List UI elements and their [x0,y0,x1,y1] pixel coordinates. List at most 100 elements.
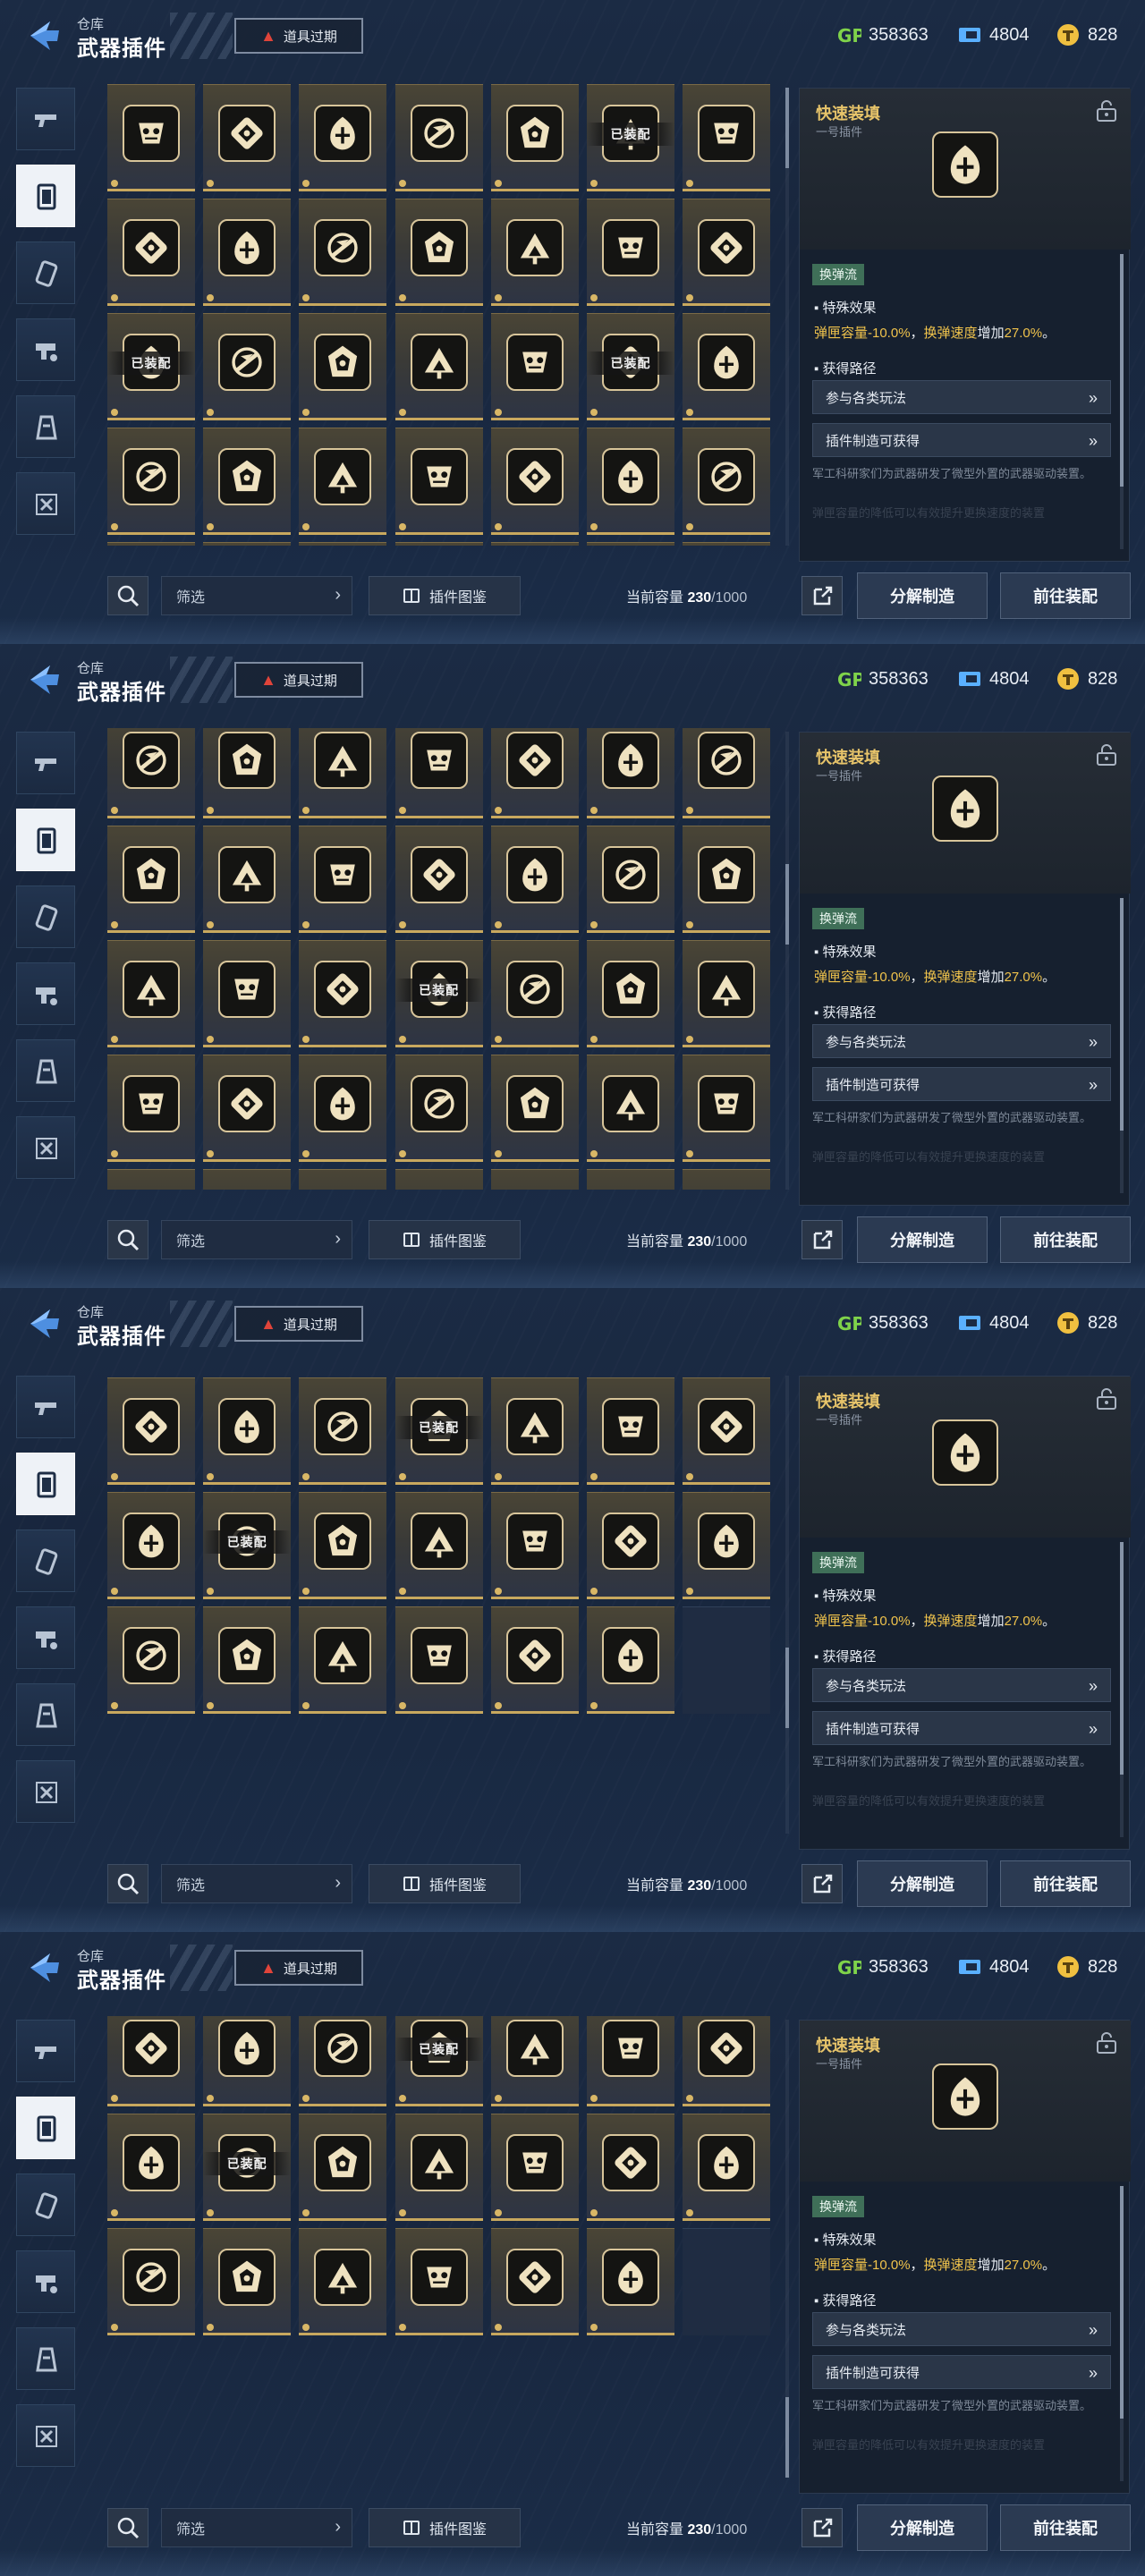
go-equip-button[interactable]: 前往装配 [1000,2504,1131,2551]
tab-pistol[interactable] [16,88,75,150]
plugin-grid-viewport[interactable]: 已装配已装配已装配已装配已装配已装配 [107,84,778,546]
lock-icon[interactable] [1095,1387,1118,1411]
plugin-slot[interactable] [299,1377,387,1486]
plugin-slot[interactable] [490,2113,579,2221]
search-button[interactable] [107,576,148,615]
plugin-slot[interactable] [587,1492,674,1600]
expired-items-button[interactable]: ▲ 道具过期 [234,1950,363,1986]
tab-pistol[interactable] [16,732,75,794]
detail-scrollbar-thumb[interactable] [1120,1542,1124,1775]
plugin-slot[interactable] [203,939,292,1047]
plugin-slot[interactable] [683,199,771,306]
plugin-atlas-button[interactable]: 插件图鉴 [369,1220,521,1259]
plugin-slot[interactable] [394,2227,483,2335]
filter-dropdown[interactable]: 筛选 › [161,1220,352,1259]
filter-dropdown[interactable]: 筛选 › [161,2508,352,2547]
detail-scrollbar[interactable] [1120,254,1124,549]
plugin-slot[interactable]: 已装配 [203,2113,292,2221]
plugin-slot[interactable] [683,2016,771,2106]
plugin-slot[interactable] [107,1492,195,1600]
plugin-slot[interactable] [394,428,483,535]
plugin-slot[interactable] [299,825,387,933]
export-button[interactable] [802,1220,843,1259]
plugin-slot[interactable] [490,825,579,933]
back-button[interactable] [27,18,63,54]
plugin-slot[interactable] [107,2016,195,2106]
plugin-slot[interactable] [394,84,483,191]
plugin-slot[interactable] [490,728,579,818]
plugin-atlas-button[interactable]: 插件图鉴 [369,2508,521,2547]
plugin-slot[interactable] [299,1168,387,1190]
detail-scrollbar[interactable] [1120,2186,1124,2481]
filter-dropdown[interactable]: 筛选 › [161,576,352,615]
plugin-slot[interactable] [683,1377,771,1486]
search-button[interactable] [107,1864,148,1903]
plugin-slot[interactable] [107,2113,195,2221]
plugin-slot[interactable] [203,313,292,420]
detail-scrollbar[interactable] [1120,1542,1124,1837]
plugin-slot[interactable] [107,2227,195,2335]
plugin-slot[interactable] [490,1054,579,1162]
plugin-slot[interactable] [394,1054,483,1162]
grid-scrollbar-thumb[interactable] [785,863,789,945]
plugin-slot[interactable] [107,542,195,546]
tab-plugin-chip[interactable] [16,809,75,871]
back-button[interactable] [27,1950,63,1986]
grid-scrollbar[interactable] [785,732,789,1190]
plugin-slot[interactable] [107,84,195,191]
plugin-slot[interactable]: 已装配 [587,84,674,191]
plugin-slot[interactable] [587,2113,674,2221]
plugin-slot[interactable] [107,939,195,1047]
plugin-slot[interactable]: 已装配 [394,2016,483,2106]
tab-crate[interactable] [16,1760,75,1823]
grid-scrollbar-thumb[interactable] [785,88,789,168]
tab-ammo[interactable] [16,1530,75,1592]
grid-scrollbar-thumb[interactable] [785,1647,789,1728]
plugin-slot[interactable] [107,199,195,306]
tab-plugin-chip[interactable] [16,2097,75,2159]
plugin-slot[interactable] [490,428,579,535]
plugin-slot[interactable]: 已装配 [394,1377,483,1486]
plugin-slot[interactable] [683,542,771,546]
lock-icon[interactable] [1095,743,1118,767]
search-button[interactable] [107,2508,148,2547]
plugin-slot[interactable] [490,84,579,191]
plugin-slot[interactable] [203,84,292,191]
plugin-slot[interactable] [107,428,195,535]
plugin-slot[interactable] [587,1054,674,1162]
export-button[interactable] [802,2508,843,2547]
search-button[interactable] [107,1220,148,1259]
plugin-slot[interactable] [587,825,674,933]
tab-tower[interactable] [16,1039,75,1102]
go-equip-button[interactable]: 前往装配 [1000,1860,1131,1907]
plugin-slot[interactable] [299,2016,387,2106]
go-equip-button[interactable]: 前往装配 [1000,1216,1131,1263]
plugin-slot[interactable] [683,1492,771,1600]
export-button[interactable] [802,1864,843,1903]
tab-crate[interactable] [16,2404,75,2467]
plugin-slot[interactable]: 已装配 [203,1492,292,1600]
plugin-slot[interactable] [107,1377,195,1486]
plugin-slot[interactable] [394,199,483,306]
lock-icon[interactable] [1095,2031,1118,2055]
plugin-slot[interactable] [490,1492,579,1600]
plugin-slot[interactable] [203,1054,292,1162]
go-equip-button[interactable]: 前往装配 [1000,572,1131,619]
plugin-slot[interactable] [299,199,387,306]
plugin-slot[interactable] [107,825,195,933]
plugin-slot[interactable] [203,1606,292,1715]
route-gameplay-button[interactable]: 参与各类玩法 » [812,1024,1111,1058]
tab-ammo[interactable] [16,886,75,948]
plugin-slot[interactable] [299,1492,387,1600]
tab-crate[interactable] [16,472,75,535]
plugin-slot[interactable] [299,542,387,546]
plugin-slot[interactable] [203,428,292,535]
plugin-slot[interactable] [587,542,674,546]
plugin-slot[interactable] [203,728,292,818]
plugin-slot[interactable] [683,939,771,1047]
grid-scrollbar[interactable] [785,2020,789,2478]
plugin-slot[interactable] [490,2227,579,2335]
plugin-slot[interactable] [490,1168,579,1190]
plugin-slot[interactable] [394,825,483,933]
plugin-slot[interactable] [587,1377,674,1486]
